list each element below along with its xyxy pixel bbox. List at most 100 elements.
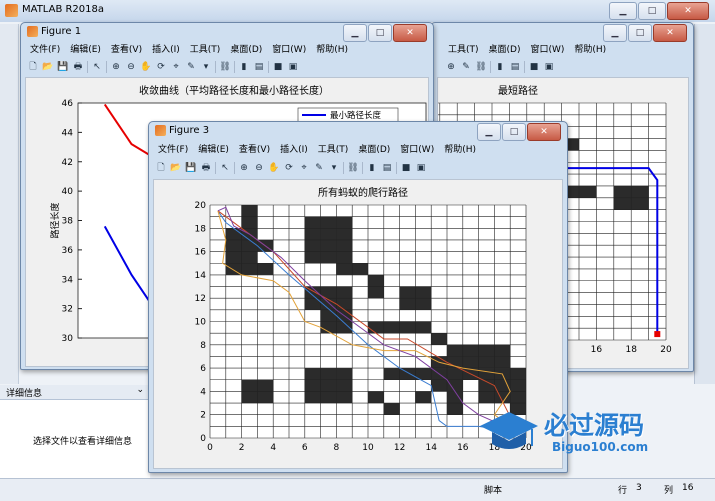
status-row-label: 行 [618, 486, 628, 496]
save-icon[interactable]: 💾 [57, 61, 69, 73]
legend-icon[interactable]: ▤ [381, 162, 393, 174]
figure1-menu-insert[interactable]: 插入(I) [147, 44, 185, 57]
brush-icon[interactable]: ✎ [313, 162, 325, 174]
new-figure-icon[interactable]: 🗋 [27, 61, 39, 73]
hide-plot-tools-icon[interactable]: ■ [400, 162, 412, 174]
main-close-button[interactable]: ✕ [667, 2, 709, 20]
brush-icon[interactable]: ✎ [460, 61, 472, 73]
left-edge-panel [0, 24, 19, 384]
figure3-menu-desktop[interactable]: 桌面(D) [353, 144, 395, 157]
main-maximize-button[interactable]: □ [638, 2, 666, 20]
figure1-menu-bar: 文件(F) 编辑(E) 查看(V) 插入(I) 工具(T) 桌面(D) 窗口(W… [25, 44, 353, 57]
figure1-minimize-button[interactable]: ▁ [343, 24, 367, 42]
hide-plot-tools-icon[interactable]: ■ [528, 61, 540, 73]
figure1-chart-title: 收敛曲线（平均路径长度和最小路径长度） [139, 84, 329, 97]
figure3-title: Figure 3 [169, 125, 210, 136]
figure3-menu-tools[interactable]: 工具(T) [313, 144, 354, 157]
figure3-minimize-button[interactable]: ▁ [477, 123, 501, 141]
toolbar-separator [87, 61, 88, 73]
open-file-icon[interactable]: 📂 [170, 162, 182, 174]
details-panel-toggle-icon[interactable]: ⌄ [136, 385, 144, 395]
figure1-menu-desktop[interactable]: 桌面(D) [225, 44, 267, 57]
colorbar-icon[interactable]: ▮ [366, 162, 378, 174]
figure3-menu-window[interactable]: 窗口(W) [395, 144, 439, 157]
figure2-minimize-button[interactable]: ▁ [603, 24, 627, 42]
print-icon[interactable]: 🖶 [72, 61, 84, 73]
y-tick-label: 44 [62, 128, 74, 138]
figure2-menu-help[interactable]: 帮助(H) [569, 44, 611, 57]
figure2-menu-tools[interactable]: 工具(T) [443, 44, 484, 57]
status-col-label: 列 [664, 486, 674, 496]
figure1-maximize-button[interactable]: □ [368, 24, 392, 42]
show-plot-tools-icon[interactable]: ▣ [543, 61, 555, 73]
zoom-in-icon[interactable]: ⊕ [110, 61, 122, 73]
zoom-out-icon[interactable]: ⊖ [125, 61, 137, 73]
details-panel-header: 详细信息 ⌄ [0, 385, 150, 400]
chevron-down-icon[interactable]: ▾ [200, 61, 212, 73]
figure2-menu-desktop[interactable]: 桌面(D) [484, 44, 526, 57]
figure3-menu-insert[interactable]: 插入(I) [275, 144, 313, 157]
obstacle-cell [368, 391, 384, 404]
colorbar-icon[interactable]: ▮ [494, 61, 506, 73]
figure3-close-button[interactable]: ✕ [527, 123, 561, 141]
y-tick-label: 20 [195, 201, 207, 211]
figure1-menu-file[interactable]: 文件(F) [25, 44, 65, 57]
data-cursor-icon[interactable]: ⌖ [298, 162, 310, 174]
link-icon[interactable]: ⛓ [219, 61, 231, 73]
x-tick-label: 20 [660, 345, 672, 355]
rotate-icon[interactable]: ⟳ [283, 162, 295, 174]
figure1-close-button[interactable]: ✕ [393, 24, 427, 42]
new-figure-icon[interactable]: 🗋 [155, 162, 167, 174]
legend-icon[interactable]: ▤ [253, 61, 265, 73]
toolbar-separator [268, 61, 269, 73]
figure1-window-controls: ▁ □ ✕ [343, 24, 427, 42]
print-icon[interactable]: 🖶 [200, 162, 212, 174]
figure3-menu-view[interactable]: 查看(V) [234, 144, 275, 157]
y-tick-label: 16 [195, 248, 207, 258]
figure1-legend: 最小路径长度 [297, 107, 399, 123]
figure3-menu-edit[interactable]: 编辑(E) [193, 144, 234, 157]
brush-icon[interactable]: ✎ [185, 61, 197, 73]
show-plot-tools-icon[interactable]: ▣ [287, 61, 299, 73]
figure1-menu-view[interactable]: 查看(V) [106, 44, 147, 57]
main-minimize-button[interactable]: ▁ [609, 2, 637, 20]
figure1-menu-window[interactable]: 窗口(W) [267, 44, 311, 57]
figure1-matlab-icon [27, 26, 38, 37]
edit-plot-icon[interactable]: ↖ [91, 61, 103, 73]
y-axis-label: 路径长度 [49, 202, 61, 238]
x-tick-label: 10 [362, 443, 374, 453]
figure3-menu-help[interactable]: 帮助(H) [439, 144, 481, 157]
data-cursor-icon[interactable]: ⌖ [170, 61, 182, 73]
hide-plot-tools-icon[interactable]: ■ [272, 61, 284, 73]
link-icon[interactable]: ⛓ [347, 162, 359, 174]
pan-icon[interactable]: ✋ [268, 162, 280, 174]
colorbar-icon[interactable]: ▮ [238, 61, 250, 73]
link-icon[interactable]: ⛓ [475, 61, 487, 73]
figure1-menu-help[interactable]: 帮助(H) [311, 44, 353, 57]
y-tick-label: 2 [200, 411, 206, 421]
figure1-menu-edit[interactable]: 编辑(E) [65, 44, 106, 57]
figure2-close-button[interactable]: ✕ [653, 24, 687, 42]
edit-plot-icon[interactable]: ↖ [219, 162, 231, 174]
x-tick-label: 18 [625, 345, 637, 355]
legend-icon[interactable]: ▤ [509, 61, 521, 73]
figure2-menu-window[interactable]: 窗口(W) [525, 44, 569, 57]
figure1-menu-tools[interactable]: 工具(T) [185, 44, 226, 57]
figure3-maximize-button[interactable]: □ [502, 123, 526, 141]
figure3-window-controls: ▁ □ ✕ [477, 123, 561, 141]
x-tick-label: 4 [270, 443, 276, 453]
legend-label: 最小路径长度 [330, 110, 382, 121]
zoom-in-icon[interactable]: ⊕ [445, 61, 457, 73]
figure3-menu-file[interactable]: 文件(F) [153, 144, 193, 157]
figure2-maximize-button[interactable]: □ [628, 24, 652, 42]
chevron-down-icon[interactable]: ▾ [328, 162, 340, 174]
zoom-in-icon[interactable]: ⊕ [238, 162, 250, 174]
show-plot-tools-icon[interactable]: ▣ [415, 162, 427, 174]
y-tick-label: 14 [195, 271, 207, 281]
rotate-icon[interactable]: ⟳ [155, 61, 167, 73]
toolbar-separator [490, 61, 491, 73]
pan-icon[interactable]: ✋ [140, 61, 152, 73]
save-icon[interactable]: 💾 [185, 162, 197, 174]
zoom-out-icon[interactable]: ⊖ [253, 162, 265, 174]
open-file-icon[interactable]: 📂 [42, 61, 54, 73]
